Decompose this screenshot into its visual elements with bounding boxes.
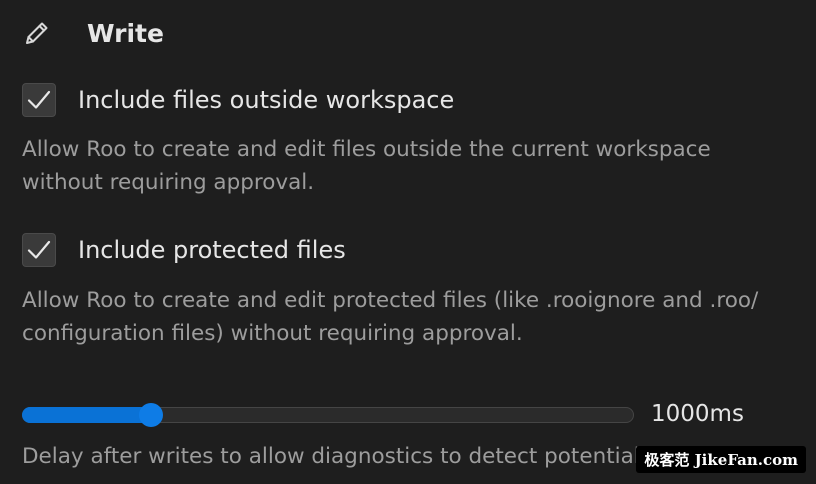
setting-protected-files[interactable]: Include protected files (22, 233, 346, 267)
watermark: 极客范 JikeFan.com (636, 446, 806, 473)
slider-thumb[interactable] (139, 403, 163, 427)
protected-files-description: Allow Roo to create and edit protected f… (22, 288, 759, 346)
section-header: Write (22, 14, 164, 52)
slider-fill (22, 407, 151, 423)
outside-workspace-checkbox[interactable] (22, 83, 56, 117)
outside-workspace-label[interactable]: Include files outside workspace (78, 86, 454, 114)
protected-files-checkbox[interactable] (22, 233, 56, 267)
outside-workspace-description: Allow Roo to create and edit files outsi… (22, 137, 711, 195)
protected-files-label[interactable]: Include protected files (78, 236, 346, 264)
checkmark-icon (27, 90, 51, 109)
write-delay-value: 1000ms (651, 401, 744, 427)
section-title: Write (87, 18, 164, 48)
setting-files-outside-workspace[interactable]: Include files outside workspace (22, 83, 454, 117)
write-settings-panel: Write Include files outside workspace Al… (0, 0, 816, 484)
write-delay-slider[interactable] (22, 403, 634, 427)
checkmark-icon (27, 240, 51, 259)
pencil-icon (22, 18, 52, 48)
